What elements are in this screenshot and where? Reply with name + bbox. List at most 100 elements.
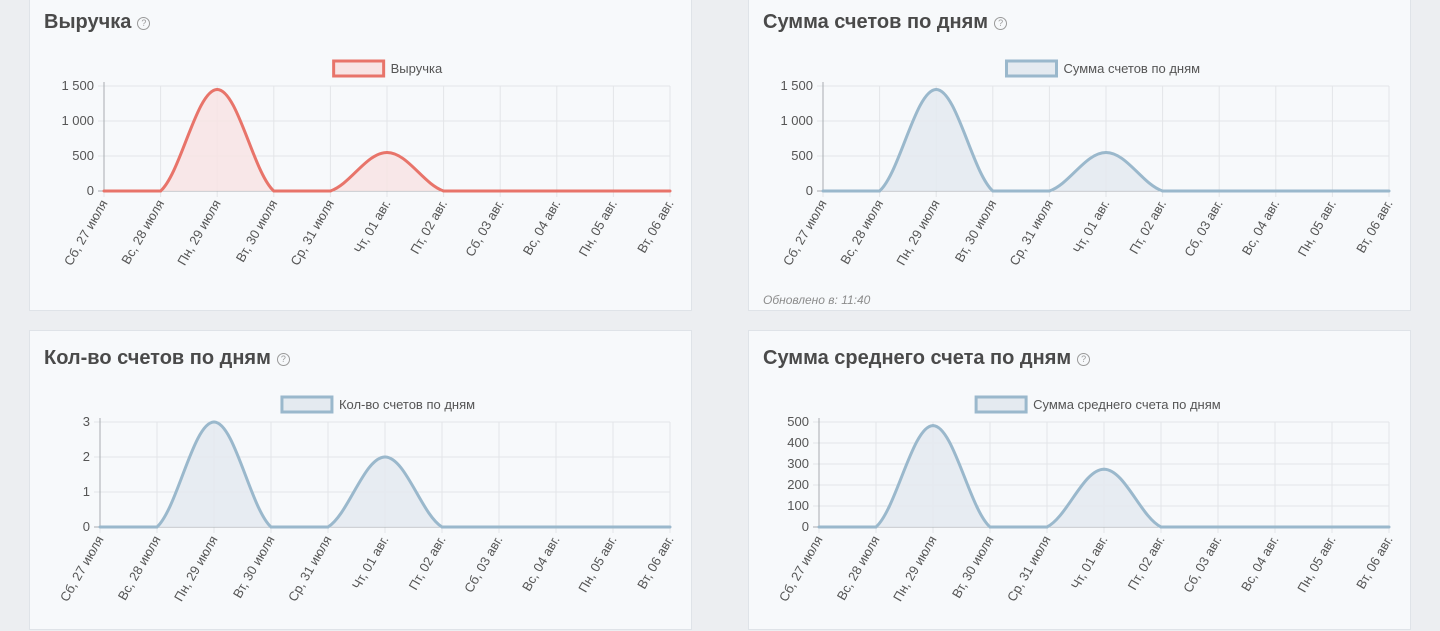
legend-swatch: [332, 59, 386, 78]
x-tick-label: Ср, 31 июля: [1004, 533, 1054, 604]
legend: Выручка: [332, 59, 443, 78]
x-tick-label: Вт, 06 авг.: [634, 197, 676, 256]
data-point: [874, 525, 878, 529]
x-tick-label: Сб, 27 июля: [61, 197, 111, 268]
y-tick-label: 0: [87, 183, 94, 198]
x-tick-label: Пн, 29 июля: [890, 533, 940, 604]
x-tick-label: Пн, 29 июля: [174, 197, 224, 268]
chart-panel-invoice-count: Кол-во счетов по дням? Кол-во счетов по …: [29, 330, 692, 630]
y-tick-label: 500: [72, 148, 94, 163]
x-tick-label: Вт, 06 авг.: [1353, 197, 1395, 256]
data-point: [272, 189, 276, 193]
x-tick-label: Вт, 06 авг.: [634, 533, 676, 592]
y-tick-label: 200: [787, 477, 809, 492]
x-tick-label: Сб, 27 июля: [57, 533, 107, 604]
legend-label: Сумма среднего счета по дням: [1033, 397, 1221, 412]
data-point: [988, 525, 992, 529]
chart-panel-average-invoice: Сумма среднего счета по дням? Сумма сред…: [748, 330, 1411, 630]
x-tick-label: Пт, 02 авг.: [1126, 197, 1169, 257]
data-point: [991, 189, 995, 193]
legend-label: Сумма счетов по дням: [1064, 61, 1201, 76]
x-tick-label: Ср, 31 июля: [285, 533, 335, 604]
legend-swatch: [280, 395, 334, 414]
x-tick-label: Вс, 04 авг.: [519, 533, 563, 594]
y-tick-label: 1 500: [780, 78, 813, 93]
data-point: [555, 189, 559, 193]
data-point: [1045, 525, 1049, 529]
x-tick-label: Вс, 28 июля: [837, 197, 886, 267]
data-point: [931, 424, 935, 428]
chart-revenue: Выручка 0 500 1 000 1 500 Сб, 27 июля Вс, 28 и…: [61, 59, 677, 268]
legend-swatch: [974, 395, 1028, 414]
x-tick-label: Сб, 27 июля: [780, 197, 830, 268]
x-tick-label: Вт, 30 июля: [230, 533, 278, 601]
data-point: [1161, 189, 1165, 193]
data-point: [668, 189, 672, 193]
y-tick-label: 2: [83, 449, 90, 464]
y-tick-label: 400: [787, 435, 809, 450]
y-tick-label: 1: [83, 484, 90, 499]
y-tick-label: 1 000: [780, 113, 813, 128]
data-point: [821, 189, 825, 193]
y-tick-label: 1 000: [61, 113, 94, 128]
chart-invoice-sum: Сумма счетов по дням 0 500 1 000 1 500 Сб, 27…: [780, 59, 1396, 268]
legend-label: Выручка: [391, 61, 443, 76]
y-tick-label: 500: [791, 148, 813, 163]
data-point: [934, 88, 938, 91]
x-tick-label: Вт, 30 июля: [233, 197, 281, 265]
x-tick-label: Сб, 03 авг.: [1180, 533, 1225, 595]
x-tick-label: Сб, 27 июля: [776, 533, 826, 604]
chart-panel-revenue: Выручка? Выручка 0 500 1 000 1 500 Сб, 27 июл…: [29, 0, 692, 311]
x-tick-label: Чт, 01 авг.: [1070, 197, 1113, 256]
data-point: [554, 525, 558, 529]
y-tick-label: 3: [83, 414, 90, 429]
data-point: [385, 151, 389, 154]
data-point: [159, 189, 163, 193]
legend: Кол-во счетов по дням: [280, 395, 475, 414]
data-point: [1217, 189, 1221, 193]
data-point: [611, 525, 615, 529]
x-tick-label: Вс, 04 авг.: [1238, 533, 1282, 594]
legend: Сумма среднего счета по дням: [974, 395, 1221, 414]
data-point: [440, 525, 444, 529]
x-tick-label: Вт, 06 авг.: [1353, 533, 1395, 592]
data-point: [817, 525, 821, 529]
chart-panel-invoice-sum: Сумма счетов по дням? Сумма счетов по дн…: [748, 0, 1411, 311]
data-point: [155, 525, 159, 529]
data-point: [1274, 189, 1278, 193]
data-point: [1104, 151, 1108, 154]
y-tick-label: 500: [787, 414, 809, 429]
x-tick-label: Вс, 04 авг.: [520, 197, 564, 258]
data-point: [383, 455, 387, 459]
data-point: [1047, 189, 1051, 193]
data-point: [98, 525, 102, 529]
x-tick-label: Вт, 30 июля: [952, 197, 1000, 265]
y-tick-label: 100: [787, 498, 809, 513]
x-tick-label: Сб, 03 авг.: [461, 533, 506, 595]
data-point: [1273, 525, 1277, 529]
x-tick-label: Вс, 28 июля: [115, 533, 164, 603]
x-tick-label: Пн, 05 авг.: [575, 533, 619, 595]
chart-invoice-count: Кол-во счетов по дням0123Сб, 27 июля Вс, …: [57, 395, 677, 604]
legend-swatch: [1005, 59, 1058, 78]
y-tick-label: 0: [802, 519, 809, 534]
x-tick-label: Пн, 05 авг.: [1295, 197, 1339, 259]
data-point: [442, 189, 446, 193]
data-point: [1387, 189, 1391, 193]
x-tick-label: Вс, 28 июля: [834, 533, 883, 603]
x-tick-label: Вс, 28 июля: [118, 197, 167, 267]
data-point: [497, 525, 501, 529]
x-tick-label: Пн, 29 июля: [171, 533, 221, 604]
data-point: [269, 525, 273, 529]
x-tick-label: Чт, 01 авг.: [351, 197, 394, 256]
data-point: [212, 420, 216, 424]
x-tick-label: Пн, 05 авг.: [1294, 533, 1338, 595]
data-point: [668, 525, 672, 529]
x-tick-label: Пт, 02 авг.: [406, 533, 449, 593]
chart-average-invoice: Сумма среднего счета по дням 0 100 200 300 40…: [776, 395, 1396, 604]
x-tick-label: Сб, 03 авг.: [462, 197, 507, 259]
data-point: [1216, 525, 1220, 529]
x-tick-label: Вт, 30 июля: [949, 533, 997, 601]
data-point: [878, 189, 882, 193]
data-point: [326, 525, 330, 529]
